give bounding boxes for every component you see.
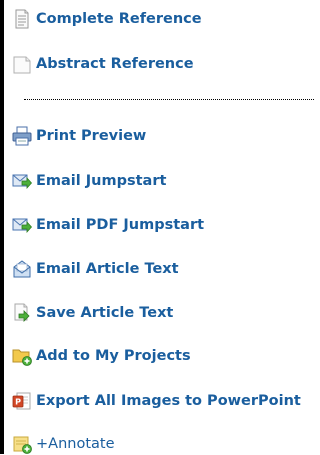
email-pdf-jumpstart-link[interactable]: Email PDF Jumpstart — [12, 214, 204, 236]
save-article-text-label: Save Article Text — [36, 305, 174, 321]
email-jumpstart-link[interactable]: Email Jumpstart — [12, 170, 166, 192]
complete-reference-label: Complete Reference — [36, 11, 202, 27]
email-jumpstart-label: Email Jumpstart — [36, 173, 167, 189]
save-article-text-link[interactable]: Save Article Text — [12, 302, 173, 324]
add-to-my-projects-link[interactable]: Add to My Projects — [12, 345, 191, 367]
print-preview-label: Print Preview — [36, 128, 147, 144]
annotate-label: +Annotate — [36, 436, 115, 452]
article-tools-panel: Complete Reference Abstract Reference Pr… — [0, 0, 316, 454]
abstract-reference-link[interactable]: Abstract Reference — [12, 53, 194, 75]
powerpoint-icon: P — [12, 392, 31, 410]
email-open-icon — [13, 260, 31, 278]
email-article-text-link[interactable]: Email Article Text — [12, 258, 179, 280]
save-arrow-icon — [14, 303, 30, 322]
document-lines-icon — [15, 9, 29, 29]
export-images-powerpoint-link[interactable]: P Export All Images to PowerPoint — [12, 390, 301, 412]
annotate-link[interactable]: +Annotate — [12, 433, 115, 455]
print-preview-link[interactable]: Print Preview — [12, 125, 146, 147]
abstract-reference-label: Abstract Reference — [36, 56, 194, 72]
add-to-my-projects-label: Add to My Projects — [36, 348, 191, 364]
menu-divider — [24, 99, 314, 100]
export-images-powerpoint-label: Export All Images to PowerPoint — [36, 393, 301, 409]
svg-text:P: P — [15, 398, 21, 407]
printer-icon — [12, 126, 32, 146]
email-arrow-icon — [12, 174, 32, 190]
complete-reference-link[interactable]: Complete Reference — [12, 8, 202, 30]
email-article-text-label: Email Article Text — [36, 261, 179, 277]
annotate-icon — [13, 436, 32, 454]
email-pdf-jumpstart-label: Email PDF Jumpstart — [36, 217, 205, 233]
folder-add-icon — [12, 349, 32, 366]
email-arrow-icon — [12, 218, 32, 234]
document-blank-icon — [13, 56, 31, 74]
